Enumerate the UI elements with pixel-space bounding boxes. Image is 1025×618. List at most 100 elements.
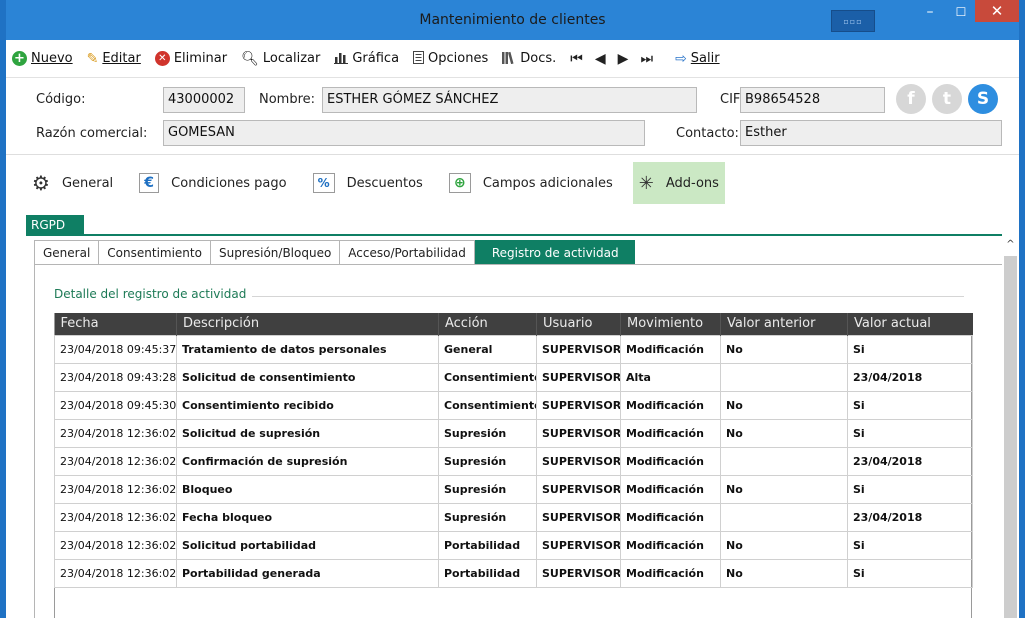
contacto-field[interactable]: Esther — [740, 120, 1002, 146]
grafica-label: Gráfica — [352, 51, 400, 66]
cif-field[interactable]: B98654528 — [740, 87, 885, 113]
cell-fecha: 23/04/2018 12:36:02 — [54, 502, 177, 532]
cell-usuario: SUPERVISOR — [536, 530, 621, 560]
first-record-icon[interactable]: ⏮︎ — [570, 51, 583, 67]
cell-usuario: SUPERVISOR — [536, 390, 621, 420]
opciones-button[interactable]: Opciones — [413, 50, 488, 67]
cell-movimiento: Modificación — [620, 502, 721, 532]
cell-accion: Portabilidad — [438, 558, 537, 588]
section-condiciones-pago[interactable]: € Condiciones pago — [133, 162, 292, 204]
table-row[interactable]: 23/04/2018 12:36:02 Bloqueo Supresión SU… — [54, 474, 973, 504]
nuevo-button[interactable]: + Nuevo — [12, 51, 73, 66]
section-descuentos-label: Descuentos — [346, 175, 423, 191]
twitter-icon[interactable]: t — [932, 84, 962, 114]
app-window: Mantenimiento de clientes ▫▫▫ – ☐ ✕ + Nu… — [0, 0, 1025, 618]
maximize-button[interactable]: ☐ — [946, 2, 976, 22]
table-row[interactable]: 23/04/2018 12:36:02 Fecha bloqueo Supres… — [54, 502, 973, 532]
localizar-label: Localizar — [262, 51, 321, 66]
cell-fecha: 23/04/2018 12:36:02 — [54, 558, 177, 588]
close-button[interactable]: ✕ — [975, 0, 1019, 22]
tab-rgpd[interactable]: RGPD — [26, 215, 84, 235]
codigo-field[interactable]: 43000002 — [163, 87, 245, 113]
section-bar: ⚙ General € Condiciones pago % Descuento… — [6, 160, 1019, 206]
table-row[interactable]: 23/04/2018 12:36:02 Solicitud de supresi… — [54, 418, 973, 448]
cell-movimiento: Modificación — [620, 558, 721, 588]
vertical-scrollbar[interactable]: ^ — [1002, 236, 1019, 618]
table-row[interactable]: 23/04/2018 09:43:28 Solicitud de consent… — [54, 362, 973, 392]
cell-fecha: 23/04/2018 12:36:02 — [54, 418, 177, 448]
cell-fecha: 23/04/2018 09:45:30 — [54, 390, 177, 420]
cell-descripcion: Consentimiento recibido — [176, 390, 439, 420]
cell-usuario: SUPERVISOR — [536, 362, 621, 392]
column-header-fecha[interactable]: Fecha — [54, 313, 177, 335]
cell-movimiento: Modificación — [620, 334, 721, 364]
grafica-button[interactable]: Gráfica — [334, 51, 399, 67]
tab-consentimiento[interactable]: Consentimiento — [98, 240, 210, 264]
contacto-label: Contacto: — [676, 126, 739, 141]
facebook-icon[interactable]: f — [896, 84, 926, 114]
skype-icon[interactable]: S — [968, 84, 998, 114]
scroll-up-icon[interactable]: ^ — [1002, 236, 1019, 253]
table-row[interactable]: 23/04/2018 12:36:02 Solicitud portabilid… — [54, 530, 973, 560]
section-descuentos[interactable]: % Descuentos — [307, 162, 429, 204]
tab-general[interactable]: General — [34, 240, 99, 264]
section-campos-adicionales[interactable]: ⊕ Campos adicionales — [443, 162, 619, 204]
cell-accion: Supresión — [438, 474, 537, 504]
salir-button[interactable]: ⇨ Salir — [675, 51, 720, 66]
edit-icon: ✎ — [86, 50, 99, 67]
razon-label: Razón comercial: — [36, 126, 148, 141]
scrollbar-thumb[interactable] — [1004, 256, 1017, 618]
razon-field[interactable]: GOMESAN — [163, 120, 645, 146]
minimize-button[interactable]: – — [915, 2, 945, 22]
chart-icon — [334, 51, 349, 67]
section-add-ons[interactable]: ✳ Add-ons — [632, 162, 725, 204]
tab-registro-actividad[interactable]: Registro de actividad — [474, 240, 635, 265]
cell-valor-anterior — [720, 446, 848, 476]
nombre-field[interactable]: ESTHER GÓMEZ SÁNCHEZ — [322, 87, 697, 113]
column-header-descripcion[interactable]: Descripción — [176, 313, 439, 335]
cell-valor-actual: Si — [847, 558, 973, 588]
tab-supresion-bloqueo[interactable]: Supresión/Bloqueo — [209, 240, 340, 264]
cell-valor-actual: Si — [847, 418, 973, 448]
options-icon — [413, 50, 425, 67]
editar-label: Editar — [102, 51, 141, 66]
docs-label: Docs. — [520, 51, 557, 66]
cell-descripcion: Tratamiento de datos personales — [176, 334, 439, 364]
plus-icon: + — [12, 51, 27, 66]
docs-button[interactable]: Docs. — [502, 51, 556, 67]
table-row[interactable]: 23/04/2018 12:36:02 Portabilidad generad… — [54, 558, 973, 588]
section-general-label: General — [61, 175, 114, 191]
section-campos-adicionales-label: Campos adicionales — [482, 175, 613, 191]
previous-record-icon[interactable]: ◀︎ — [595, 51, 606, 67]
cell-fecha: 23/04/2018 12:36:02 — [54, 530, 177, 560]
next-record-icon[interactable]: ▶︎ — [618, 51, 629, 67]
eliminar-label: Eliminar — [173, 51, 228, 66]
cell-descripcion: Fecha bloqueo — [176, 502, 439, 532]
cell-usuario: SUPERVISOR — [536, 418, 621, 448]
title-bar[interactable]: Mantenimiento de clientes ▫▫▫ – ☐ ✕ — [6, 0, 1019, 40]
table-row[interactable]: 23/04/2018 09:45:30 Consentimiento recib… — [54, 390, 973, 420]
localizar-button[interactable]: 🔍︎ Localizar — [241, 51, 320, 66]
cell-usuario: SUPERVISOR — [536, 474, 621, 504]
section-condiciones-pago-label: Condiciones pago — [171, 175, 287, 191]
column-header-movimiento[interactable]: Movimiento — [620, 313, 721, 335]
last-record-icon[interactable]: ⏭︎ — [640, 51, 653, 67]
editar-button[interactable]: ✎ Editar — [87, 51, 141, 66]
documents-icon — [502, 51, 516, 67]
tab-acceso-portabilidad[interactable]: Acceso/Portabilidad — [339, 240, 475, 264]
table-row[interactable]: 23/04/2018 09:45:37 Tratamiento de datos… — [54, 334, 973, 364]
add-fields-icon: ⊕ — [448, 173, 471, 193]
subtab-bar: General Consentimiento Supresión/Bloqueo… — [34, 240, 635, 265]
column-header-valor-actual[interactable]: Valor actual — [847, 313, 973, 335]
column-header-valor-anterior[interactable]: Valor anterior — [720, 313, 848, 335]
cell-fecha: 23/04/2018 12:36:02 — [54, 474, 177, 504]
cell-valor-anterior: No — [720, 530, 848, 560]
title-mini-box[interactable]: ▫▫▫ — [831, 10, 875, 32]
column-header-usuario[interactable]: Usuario — [536, 313, 621, 335]
eliminar-button[interactable]: ✕ Eliminar — [154, 51, 228, 66]
section-general[interactable]: ⚙ General — [26, 162, 119, 204]
euro-icon: € — [139, 173, 160, 193]
activity-table: Fecha Descripción Acción Usuario Movimie… — [54, 313, 973, 588]
table-row[interactable]: 23/04/2018 12:36:02 Confirmación de supr… — [54, 446, 973, 476]
column-header-accion[interactable]: Acción — [438, 313, 537, 335]
